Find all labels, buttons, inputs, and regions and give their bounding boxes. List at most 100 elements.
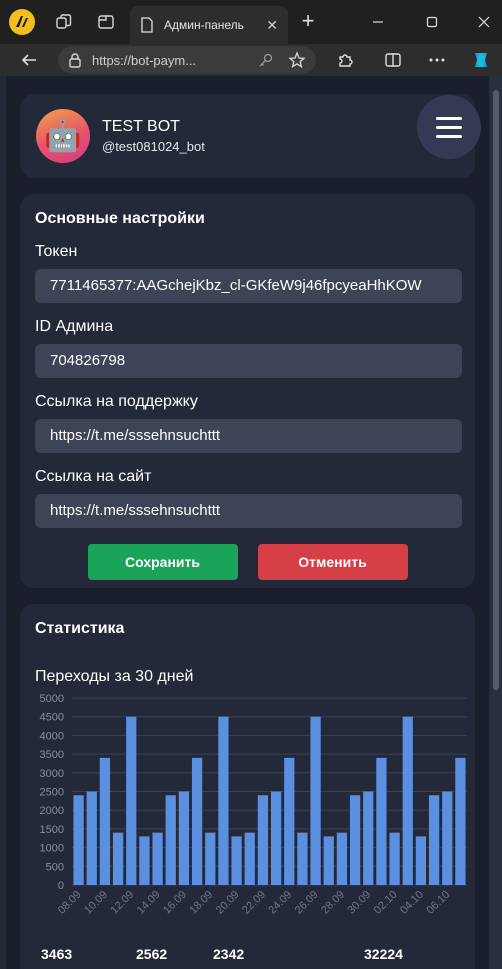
stat-total-3: 2342 [213,946,245,962]
scrollbar-thumb[interactable] [493,90,499,690]
chart-bar [284,757,295,885]
new-tab-icon[interactable]: + [296,10,320,34]
chart-bar [415,836,427,885]
chart-bar [428,795,440,885]
x-tick-label: 26.09 [293,889,321,917]
chart-bar [112,832,124,885]
menu-button[interactable] [417,95,481,159]
admin-panel: 🤖 TEST BOT @test081024_bot Основные наст… [6,76,489,969]
key-icon[interactable] [258,52,274,68]
site-link-field[interactable]: https://t.me/sssehnsuchttt [35,494,462,528]
chart-bar [270,791,282,885]
support-link-label: Ссылка на поддержку [35,393,198,410]
chart-bar [455,757,466,885]
admin-id-field[interactable]: 704826798 [35,344,462,378]
stats-totals: 3463 2562 2342 32224 [20,946,470,966]
more-menu-icon[interactable] [426,49,448,71]
y-tick-label: 3500 [40,749,64,761]
y-tick-label: 4500 [40,712,64,724]
split-screen-icon[interactable] [382,49,404,71]
close-tab-icon[interactable]: ✕ [266,17,278,34]
x-tick-label: 22.09 [240,889,268,917]
chart-bar [389,832,400,885]
bot-name: TEST BOT [102,118,180,135]
maximize-icon[interactable] [420,10,444,34]
bot-info: TEST BOT @test081024_bot [102,118,205,154]
chart-bar [99,757,111,885]
bot-avatar: 🤖 [36,109,90,163]
settings-actions: Сохранить Отменить [35,544,460,580]
x-tick-label: 18.09 [187,889,215,917]
settings-title: Основные настройки [35,210,205,227]
y-tick-label: 5000 [40,693,64,705]
tab-admin-panel[interactable]: Админ-панель ✕ [130,6,288,44]
site-link-label: Ссылка на сайт [35,468,152,485]
statistics-card: Статистика Переходы за 30 дней 0 500 1000 1… [20,604,475,969]
chart-bar [442,791,453,885]
settings-card: Основные настройки Токен 7711465377:AAGc… [20,194,475,588]
chart-bar [191,757,203,885]
page-scrollbar[interactable] [490,76,502,969]
chart-bar [126,716,137,885]
chart-bar [244,832,255,885]
x-tick-label: 14.09 [135,889,163,917]
lock-icon[interactable] [68,52,82,68]
tab-actions-icon[interactable] [92,8,120,36]
transitions-bar-chart: 0 500 1000 1500 2000 2500 3000 3500 4000 4500 5000… [40,693,467,917]
profile-logo-icon [9,9,35,35]
address-bar-row: https://bot-paym... [0,44,502,76]
save-button[interactable]: Сохранить [87,544,238,580]
back-icon[interactable] [18,49,40,71]
chart-bar [376,757,387,885]
minimize-icon[interactable] [366,10,390,34]
chart-bar [86,791,97,885]
y-tick-label: 2000 [40,805,64,817]
browser-tab-bar: Админ-панель ✕ + [0,0,502,44]
tab-title: Админ-панель [164,18,244,32]
x-tick-label: 16.09 [161,889,189,917]
window-close-icon[interactable] [472,10,496,34]
chart-bar [165,795,176,885]
y-tick-label: 1500 [40,824,64,836]
x-tick-label: 06.10 [424,889,452,917]
chart-bar [257,795,269,885]
chart-bar [297,832,308,885]
chart-bar [349,795,361,885]
page-icon [141,17,153,33]
chart-bar [310,716,321,885]
support-link-field[interactable]: https://t.me/sssehnsuchttt [35,419,462,453]
stat-total-2: 2562 [136,946,168,962]
x-tick-label: 08.09 [56,889,84,917]
workspaces-icon[interactable] [50,8,78,36]
profile-avatar[interactable] [8,8,36,36]
chart-bar [178,791,190,885]
x-tick-label: 28.09 [319,889,347,917]
y-tick-label: 2500 [40,787,64,799]
y-tick-label: 1000 [40,843,64,855]
address-bar[interactable]: https://bot-paym... [58,46,316,74]
chart-bar [218,716,229,885]
x-tick-label: 30.09 [345,889,373,917]
token-field[interactable]: 7711465377:AAGchejKbz_cl-GKfeW9j46fpcyea… [35,269,462,303]
hamburger-icon-line [436,116,462,120]
robot-icon: 🤖 [44,119,82,153]
copilot-icon[interactable] [470,49,492,71]
bot-handle: @test081024_bot [102,139,205,154]
chart-bar [73,795,84,885]
chart-bar [336,832,348,885]
extensions-icon[interactable] [334,49,356,71]
bot-header-card: 🤖 TEST BOT @test081024_bot [20,94,481,178]
x-tick-label: 02.10 [372,889,400,917]
url-text: https://bot-paym... [92,52,197,68]
favorite-star-icon[interactable] [288,51,306,69]
chart-bar [363,791,374,885]
chart-bar [152,832,163,885]
stat-total-4: 32224 [364,946,403,962]
x-tick-label: 12.09 [108,889,136,917]
hamburger-icon-line [436,125,462,129]
hamburger-icon-line [436,134,462,138]
cancel-button[interactable]: Отменить [257,544,408,580]
chart-title: Переходы за 30 дней [35,668,194,685]
page-viewport: 🤖 TEST BOT @test081024_bot Основные наст… [0,76,502,969]
y-tick-label: 500 [46,861,64,873]
